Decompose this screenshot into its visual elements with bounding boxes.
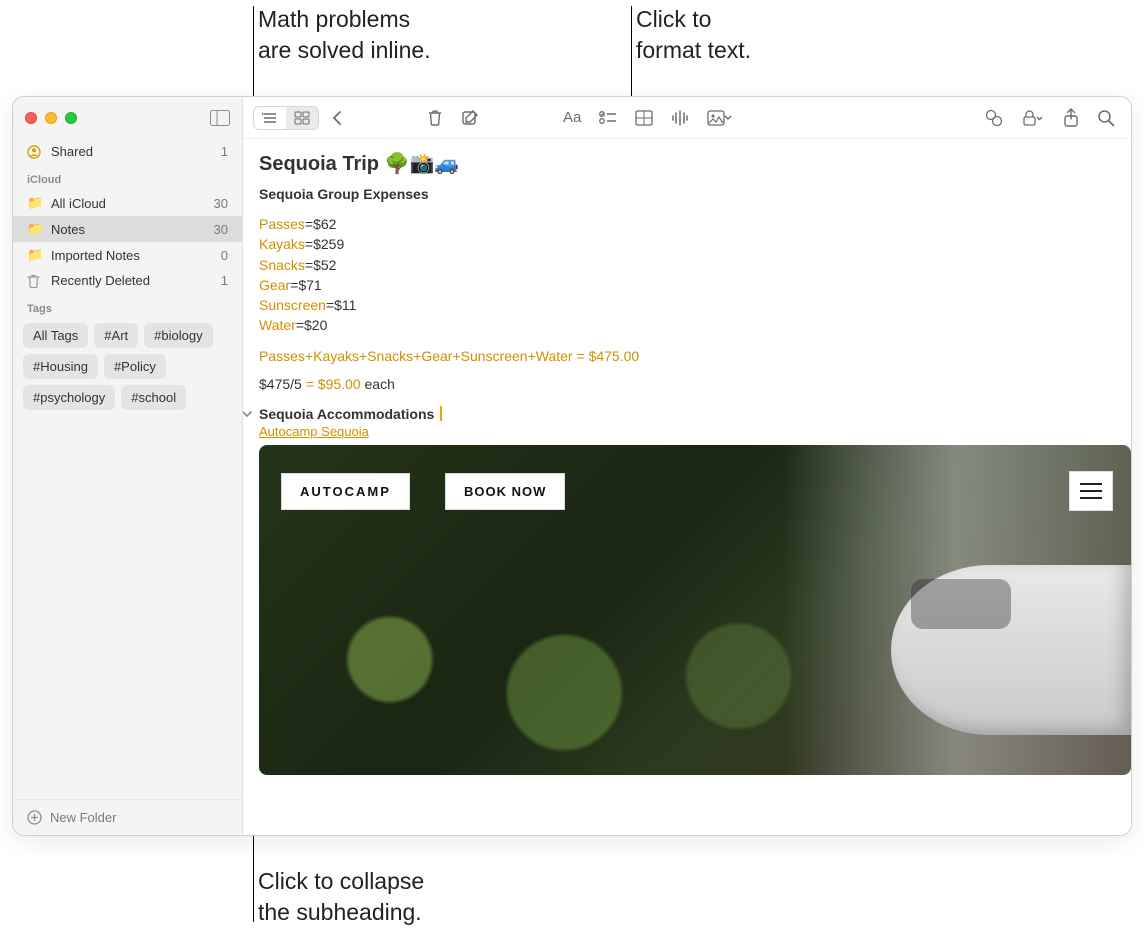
window-controls (25, 112, 77, 124)
delete-note-button[interactable] (421, 105, 449, 131)
expense-row: Water=$20 (259, 315, 1115, 335)
view-mode-segment[interactable] (253, 106, 319, 130)
table-button[interactable] (629, 106, 659, 130)
photo-book-now-button[interactable]: BOOK NOW (445, 473, 565, 510)
note-editor[interactable]: Sequoia Trip 🌳📸🚙 Sequoia Group Expenses … (243, 139, 1131, 835)
attached-photo[interactable]: AUTOCAMP BOOK NOW (259, 445, 1131, 775)
subheading-row: Sequoia Accommodations (243, 406, 1115, 422)
back-button[interactable] (325, 106, 349, 130)
expense-row: Kayaks=$259 (259, 234, 1115, 254)
close-window-button[interactable] (25, 112, 37, 124)
sidebar-item-shared[interactable]: Shared 1 (13, 139, 242, 164)
note-title: Sequoia Trip 🌳📸🚙 (259, 151, 1115, 176)
minimize-window-button[interactable] (45, 112, 57, 124)
expense-list: Passes=$62 Kayaks=$259 Snacks=$52 Gear=$… (259, 214, 1115, 336)
audio-button[interactable] (665, 106, 695, 130)
folder-icon: 📁 (27, 195, 43, 211)
accommodation-link[interactable]: Autocamp Sequoia (259, 424, 369, 439)
sidebar-item-count: 30 (214, 196, 228, 211)
callout-format: Click to format text. (636, 4, 751, 66)
expense-row: Passes=$62 (259, 214, 1115, 234)
toggle-sidebar-button[interactable] (210, 110, 230, 126)
photo-brand-badge: AUTOCAMP (281, 473, 410, 510)
shared-icon (27, 145, 43, 159)
text-cursor (440, 406, 442, 421)
sidebar-item-count: 0 (221, 248, 228, 263)
expense-row: Gear=$71 (259, 275, 1115, 295)
folder-icon: 📁 (27, 221, 43, 237)
callout-math: Math problems are solved inline. (258, 4, 431, 66)
tag-art[interactable]: #Art (94, 323, 138, 348)
sidebar-item-label: Shared (51, 144, 93, 159)
sidebar-item-count: 1 (221, 144, 228, 159)
sidebar-item-count: 30 (214, 222, 228, 237)
plus-circle-icon (27, 810, 42, 825)
sidebar-item-label: Imported Notes (51, 248, 140, 263)
sidebar-item-imported[interactable]: 📁 Imported Notes 0 (13, 242, 242, 268)
format-text-button[interactable]: Aa (557, 105, 587, 130)
photo-trailer-shape (891, 565, 1131, 735)
tag-policy[interactable]: #Policy (104, 354, 166, 379)
list-view-button[interactable] (254, 107, 286, 129)
tag-all[interactable]: All Tags (23, 323, 88, 348)
sidebar-item-all-icloud[interactable]: 📁 All iCloud 30 (13, 190, 242, 216)
sidebar-item-label: Notes (51, 222, 85, 237)
expense-sum: Passes+Kayaks+Snacks+Gear+Sunscreen+Wate… (259, 348, 1115, 364)
expense-row: Sunscreen=$11 (259, 295, 1115, 315)
callout-collapse: Click to collapse the subheading. (258, 866, 424, 928)
lock-menu-button[interactable] (1015, 105, 1051, 131)
folder-icon: 📁 (27, 247, 43, 263)
toolbar: Aa (243, 97, 1131, 139)
main-pane: Aa (243, 97, 1131, 835)
sidebar-section-tags: Tags (13, 293, 242, 319)
tag-school[interactable]: #school (121, 385, 186, 410)
subheading-text: Sequoia Accommodations (259, 406, 434, 422)
tag-biology[interactable]: #biology (144, 323, 212, 348)
sidebar-item-count: 1 (221, 273, 228, 288)
expense-row: Snacks=$52 (259, 255, 1115, 275)
trash-icon (27, 274, 43, 288)
sidebar-section-icloud: iCloud (13, 164, 242, 190)
sidebar: Shared 1 iCloud 📁 All iCloud 30 📁 Notes … (13, 97, 243, 835)
app-window: Shared 1 iCloud 📁 All iCloud 30 📁 Notes … (12, 96, 1132, 836)
titlebar (13, 97, 242, 139)
search-button[interactable] (1091, 105, 1121, 131)
new-folder-label: New Folder (50, 810, 116, 825)
tags-list: All Tags #Art #biology #Housing #Policy … (13, 319, 242, 420)
photo-menu-icon[interactable] (1069, 471, 1113, 511)
note-subtitle: Sequoia Group Expenses (259, 186, 1115, 202)
collapse-subheading-button[interactable] (243, 408, 255, 420)
tag-psychology[interactable]: #psychology (23, 385, 115, 410)
link-button[interactable] (979, 105, 1009, 131)
share-button[interactable] (1057, 104, 1085, 132)
compose-note-button[interactable] (455, 105, 485, 131)
sidebar-item-label: All iCloud (51, 196, 106, 211)
tag-housing[interactable]: #Housing (23, 354, 98, 379)
sidebar-item-label: Recently Deleted (51, 273, 150, 288)
expense-per-person: $475/5 = $95.00 each (259, 376, 1115, 392)
checklist-button[interactable] (593, 106, 623, 130)
sidebar-item-recently-deleted[interactable]: Recently Deleted 1 (13, 268, 242, 293)
gallery-view-button[interactable] (286, 107, 318, 129)
media-menu-button[interactable] (701, 106, 739, 130)
sidebar-item-notes[interactable]: 📁 Notes 30 (13, 216, 242, 242)
new-folder-button[interactable]: New Folder (13, 799, 242, 835)
callout-line-format (631, 6, 632, 104)
fullscreen-window-button[interactable] (65, 112, 77, 124)
